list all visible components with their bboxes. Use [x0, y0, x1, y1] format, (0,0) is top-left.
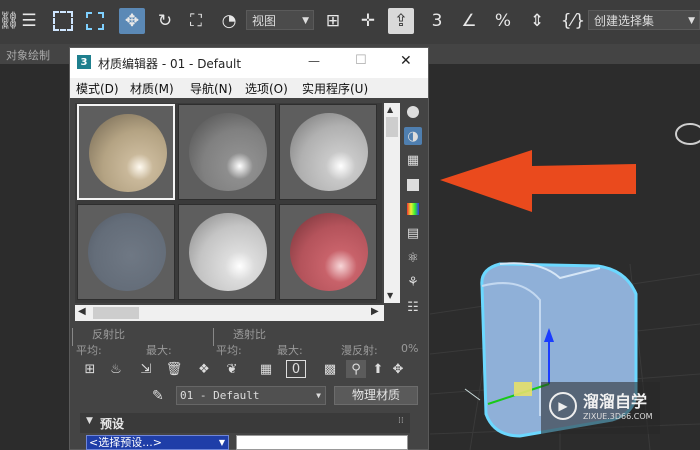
divider	[72, 328, 73, 346]
watermark-url: ZIXUE.3D66.COM	[583, 412, 653, 421]
pointer-arrow	[440, 150, 636, 212]
sample-slot[interactable]	[77, 204, 175, 300]
minimize-button[interactable]: —	[308, 54, 320, 68]
menu-mode[interactable]: 模式(D)	[76, 80, 119, 97]
put-to-library-icon[interactable]: ▦	[256, 360, 276, 378]
watermark-text: 溜溜自学	[583, 392, 648, 411]
sample-slot[interactable]	[279, 104, 377, 200]
sample-type-icon[interactable]	[404, 103, 422, 121]
sample-uv-tiling-icon[interactable]	[404, 176, 422, 194]
pivot-icon[interactable]: ⊞	[320, 8, 346, 34]
percent-snap-icon[interactable]: %	[490, 8, 516, 34]
material-type-button[interactable]: 物理材质	[334, 386, 418, 405]
diffuse-value: 0%	[401, 342, 419, 355]
select-list-icon[interactable]: ☰	[16, 8, 42, 34]
sample-slot[interactable]	[77, 104, 175, 200]
options-icon[interactable]: ⚛	[404, 249, 422, 267]
show-map-in-viewport-icon[interactable]: ▩	[320, 360, 340, 378]
reset-map-icon[interactable]: 🗑	[164, 360, 184, 378]
make-copy-icon[interactable]: ❖	[194, 360, 214, 378]
select-rect-icon[interactable]	[50, 8, 76, 34]
menu-options[interactable]: 选项(O)	[245, 80, 288, 97]
angle-snap-icon[interactable]: ∠	[456, 8, 482, 34]
material-map-navigator-icon[interactable]: ☷	[404, 298, 422, 316]
transmit-avg-label: 平均:	[216, 344, 242, 357]
video-color-check-icon[interactable]	[404, 200, 422, 218]
scroll-left-icon[interactable]: ◀	[78, 306, 86, 317]
manipulate-icon[interactable]: ⇪	[388, 8, 414, 34]
scroll-down-icon[interactable]: ▼	[387, 291, 393, 300]
assign-to-selection-icon[interactable]: ⇲	[136, 360, 156, 378]
window-title: 材质编辑器 - 01 - Default	[98, 57, 242, 71]
object-paint-label[interactable]: 对象绘制	[6, 47, 50, 63]
rollout-title: 预设	[100, 417, 125, 431]
crosshair-icon[interactable]: ✛	[355, 8, 381, 34]
main-toolbar: ⛓ ☰ ✥ ↻ ⛶ ◔ 视图 ▼ ⊞ ✛ ⇪ 3 ∠ % ⇕ {⁄} 创建选择集 ▼	[0, 0, 700, 45]
scroll-up-icon[interactable]: ▲	[387, 105, 393, 114]
backlight-icon[interactable]: ◑	[404, 127, 422, 145]
show-end-result-icon[interactable]: ⚲	[346, 360, 366, 378]
material-editor-window: 3 材质编辑器 - 01 - Default — ☐ ✕ 模式(D) 材质(M)…	[69, 47, 429, 450]
scroll-thumb[interactable]	[386, 117, 398, 137]
reflect-avg-label: 平均:	[76, 344, 102, 357]
presets-rollout-header[interactable]: ▼ 预设 ⁞⁞	[80, 413, 410, 433]
scale-icon[interactable]: ⛶	[183, 8, 209, 34]
slots-vertical-scrollbar[interactable]: ▲ ▼	[384, 103, 400, 303]
background-icon[interactable]: ▦	[404, 151, 422, 169]
menu-navigation[interactable]: 导航(N)	[190, 80, 232, 97]
go-to-parent-icon[interactable]: ⬆	[368, 360, 388, 378]
window-crossing-icon[interactable]	[82, 8, 108, 34]
rollout-collapse-icon: ▼	[86, 416, 93, 426]
maximize-button[interactable]: ☐	[355, 53, 367, 68]
sample-slot[interactable]	[178, 204, 276, 300]
put-to-scene-icon[interactable]: ♨	[106, 360, 126, 378]
title-bar[interactable]: 3 材质编辑器 - 01 - Default — ☐ ✕	[70, 48, 428, 78]
rotate-icon[interactable]: ↻	[152, 8, 178, 34]
close-button[interactable]: ✕	[400, 53, 412, 69]
sample-slot[interactable]	[178, 104, 276, 200]
sample-slots-grid	[75, 103, 382, 303]
menu-bar: 模式(D) 材质(M) 导航(N) 选项(O) 实用程序(U)	[70, 78, 428, 98]
preset-text-field[interactable]	[236, 435, 408, 450]
material-id-channel-icon[interactable]: 0	[286, 360, 306, 378]
watermark: ▶ 溜溜自学 ZIXUE.3D66.COM	[541, 382, 660, 434]
move-icon[interactable]: ✥	[119, 8, 145, 34]
material-name-dropdown[interactable]: 01 - Default ▼	[176, 386, 326, 405]
app-3ds-icon: 3	[77, 55, 91, 69]
transmit-max-label: 最大:	[277, 344, 303, 357]
named-sets-icon[interactable]: {⁄}	[560, 8, 586, 34]
divider	[213, 328, 214, 346]
snap-3d-icon[interactable]: 3	[424, 8, 450, 34]
menu-utilities[interactable]: 实用程序(U)	[302, 80, 368, 97]
get-material-icon[interactable]: ⊞	[80, 360, 100, 378]
place-icon[interactable]: ◔	[216, 8, 242, 34]
view-dropdown[interactable]: 视图 ▼	[246, 10, 314, 30]
go-forward-sibling-icon[interactable]: ✥	[388, 360, 408, 378]
rollout-grip-icon: ⁞⁞	[398, 416, 404, 426]
h-scroll-thumb[interactable]	[93, 307, 139, 319]
menu-material[interactable]: 材质(M)	[130, 80, 174, 97]
reflect-label: 反射比	[92, 328, 125, 341]
selection-set-dropdown[interactable]: 创建选择集 ▼	[588, 10, 700, 30]
make-unique-icon[interactable]: ❦	[222, 360, 242, 378]
spinner-snap-icon[interactable]: ⇕	[524, 8, 550, 34]
reflect-max-label: 最大:	[146, 344, 172, 357]
preset-select[interactable]: <选择预设...> ▼	[86, 435, 229, 450]
select-by-material-icon[interactable]: ⚘	[404, 273, 422, 291]
sample-slot[interactable]	[279, 204, 377, 300]
slots-horizontal-scrollbar[interactable]: ◀ ▶	[75, 305, 384, 321]
make-preview-icon[interactable]: ▤	[404, 224, 422, 242]
diffuse-label: 漫反射:	[341, 344, 378, 357]
scroll-right-icon[interactable]: ▶	[371, 306, 379, 317]
watermark-logo-icon: ▶	[549, 392, 577, 420]
transmit-label: 透射比	[233, 328, 266, 341]
eyedropper-icon[interactable]: ✎	[152, 388, 164, 404]
